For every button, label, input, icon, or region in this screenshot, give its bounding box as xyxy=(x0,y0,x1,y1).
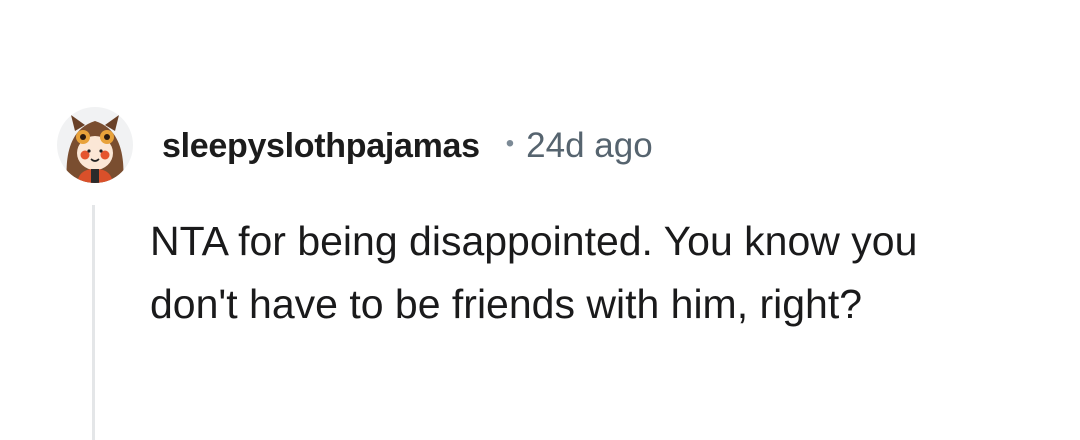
comment-body: NTA for being disappointed. You know you… xyxy=(150,218,918,327)
comment: sleepyslothpajamas • 24d ago NTA for bei… xyxy=(0,0,1080,440)
comment-meta: sleepyslothpajamas • 24d ago xyxy=(162,124,653,168)
thread-line[interactable] xyxy=(92,205,95,440)
timestamp[interactable]: 24d ago xyxy=(526,126,653,166)
owl-hat-avatar-icon xyxy=(66,115,124,183)
username-link[interactable]: sleepyslothpajamas xyxy=(162,127,480,166)
separator-dot: • xyxy=(505,130,515,157)
user-avatar[interactable] xyxy=(57,107,133,183)
